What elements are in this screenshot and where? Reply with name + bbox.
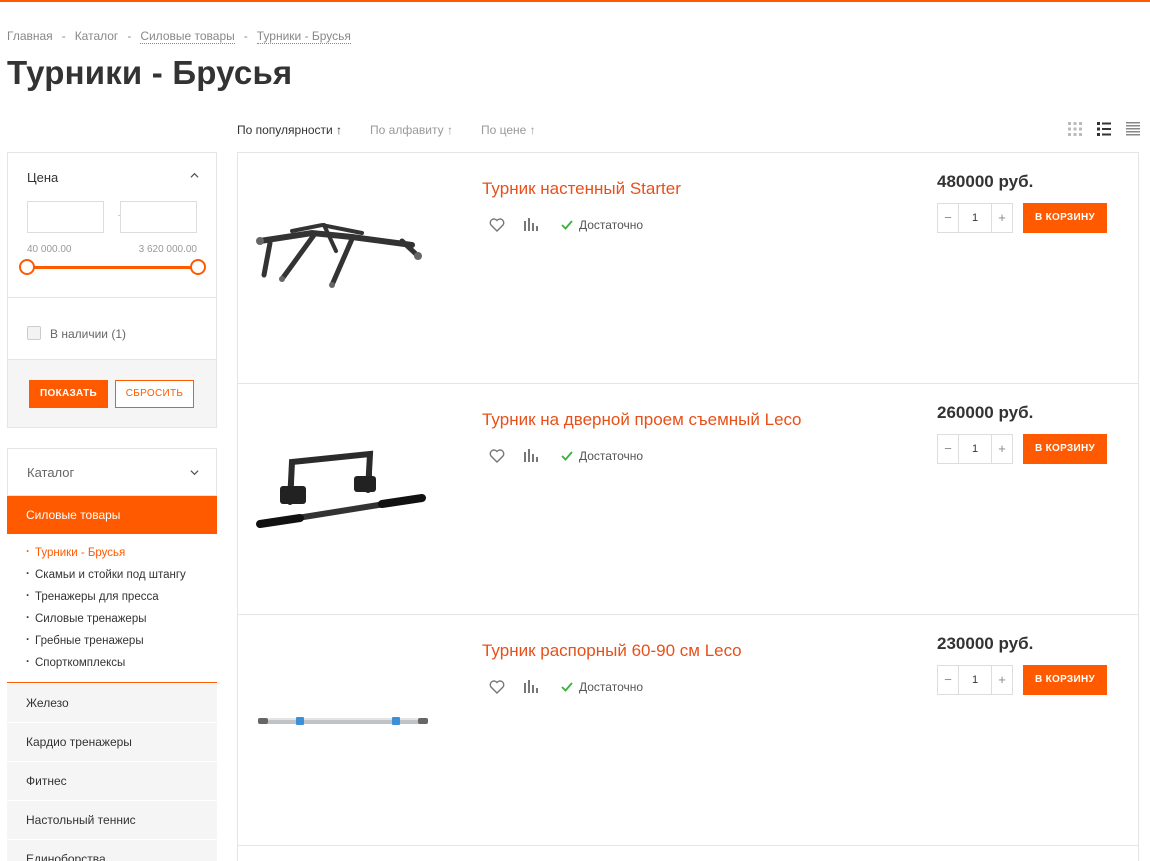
product-row: Турник распорный 60-90 см Leco Достаточн… bbox=[238, 615, 1138, 846]
breadcrumb-separator: - bbox=[243, 29, 248, 43]
price-to-input[interactable] bbox=[120, 201, 197, 233]
breadcrumb-home[interactable]: Главная bbox=[7, 29, 53, 44]
product-price: 260000 руб. bbox=[937, 403, 1034, 422]
increase-quantity-button[interactable]: + bbox=[991, 665, 1013, 695]
stock-status: Достаточно bbox=[561, 218, 643, 232]
heart-icon[interactable] bbox=[489, 217, 505, 233]
show-button[interactable]: ПОКАЗАТЬ bbox=[29, 380, 108, 408]
decrease-quantity-button[interactable]: − bbox=[937, 434, 959, 464]
increase-quantity-button[interactable]: + bbox=[991, 203, 1013, 233]
quantity-stepper: − 1 + bbox=[937, 203, 1013, 233]
quantity-stepper: − 1 + bbox=[937, 665, 1013, 695]
breadcrumb-separator: - bbox=[61, 29, 66, 43]
product-image-doorway-pullup-bar[interactable] bbox=[252, 424, 432, 564]
quantity-value[interactable]: 1 bbox=[959, 665, 991, 695]
check-icon bbox=[561, 682, 573, 692]
stock-status: Достаточно bbox=[561, 449, 643, 463]
subitem-benches-racks[interactable]: Скамьи и стойки под штангу bbox=[26, 566, 186, 589]
product-actions: Достаточно bbox=[489, 679, 643, 695]
compare-icon[interactable] bbox=[523, 679, 539, 695]
catalog-item-cardio[interactable]: Кардио тренажеры bbox=[7, 723, 217, 761]
heart-icon[interactable] bbox=[489, 679, 505, 695]
price-filter: Цена 40 000.00 3 620 000.00 В наличии (1… bbox=[7, 152, 217, 428]
sort-by-popularity[interactable]: По популярности ↑ bbox=[237, 123, 342, 137]
product-actions: Достаточно bbox=[489, 448, 643, 464]
filter-title: Цена bbox=[27, 170, 59, 185]
breadcrumb: Главная - Каталог - Силовые товары - Тур… bbox=[7, 29, 351, 44]
catalog-item-martial-arts[interactable]: Единоборства bbox=[7, 840, 217, 861]
heart-icon[interactable] bbox=[489, 448, 505, 464]
breadcrumb-catalog[interactable]: Каталог bbox=[75, 29, 119, 44]
compare-icon[interactable] bbox=[523, 217, 539, 233]
check-icon bbox=[561, 451, 573, 461]
catalog-menu-title: Каталог bbox=[27, 465, 75, 480]
product-row: Турник на дверной проем съемный Leco Дос… bbox=[238, 384, 1138, 615]
price-range-track bbox=[27, 266, 199, 269]
price-range-min-handle[interactable] bbox=[19, 259, 35, 275]
top-accent-bar bbox=[0, 0, 1150, 2]
table-view-icon[interactable] bbox=[1126, 122, 1140, 136]
page-title: Турники - Брусья bbox=[7, 54, 293, 91]
view-switcher bbox=[1068, 122, 1140, 136]
decrease-quantity-button[interactable]: − bbox=[937, 665, 959, 695]
subitem-pullups-bars[interactable]: Турники - Брусья bbox=[26, 544, 186, 567]
product-title[interactable]: Турник на дверной проем съемный Leco bbox=[482, 410, 801, 430]
divider bbox=[8, 297, 216, 298]
subitem-strength-trainers[interactable]: Силовые тренажеры bbox=[26, 610, 186, 633]
catalog-subitems: Турники - Брусья Скамьи и стойки под шта… bbox=[26, 544, 186, 677]
product-price: 230000 руб. bbox=[937, 634, 1034, 653]
decrease-quantity-button[interactable]: − bbox=[937, 203, 959, 233]
catalog-item-fitness[interactable]: Фитнес bbox=[7, 762, 217, 800]
quantity-value[interactable]: 1 bbox=[959, 434, 991, 464]
sort-options: По популярности ↑ По алфавиту ↑ По цене … bbox=[237, 123, 536, 137]
breadcrumb-current[interactable]: Турники - Брусья bbox=[256, 29, 351, 44]
add-to-cart-button[interactable]: В КОРЗИНУ bbox=[1023, 203, 1107, 233]
add-to-cart-button[interactable]: В КОРЗИНУ bbox=[1023, 434, 1107, 464]
price-max-label: 3 620 000.00 bbox=[138, 244, 197, 255]
reset-button[interactable]: СБРОСИТЬ bbox=[115, 380, 194, 408]
availability-label: В наличии (1) bbox=[50, 327, 127, 341]
grid-view-icon[interactable] bbox=[1068, 122, 1082, 136]
list-view-icon[interactable] bbox=[1097, 122, 1111, 136]
sort-by-alphabet[interactable]: По алфавиту ↑ bbox=[370, 123, 453, 137]
price-range-max-handle[interactable] bbox=[190, 259, 206, 275]
availability-checkbox[interactable] bbox=[27, 326, 41, 340]
add-to-cart-button[interactable]: В КОРЗИНУ bbox=[1023, 665, 1107, 695]
subitem-sport-complexes[interactable]: Спорткомплексы bbox=[26, 654, 186, 677]
product-row: Турник настенный Starter Достаточно 4800… bbox=[238, 153, 1138, 384]
chevron-up-icon[interactable] bbox=[190, 171, 199, 180]
catalog-item-table-tennis[interactable]: Настольный теннис bbox=[7, 801, 217, 839]
quantity-value[interactable]: 1 bbox=[959, 203, 991, 233]
catalog-item-power-goods[interactable]: Силовые товары bbox=[7, 496, 217, 534]
product-price: 480000 руб. bbox=[937, 172, 1034, 191]
subitem-ab-trainers[interactable]: Тренажеры для пресса bbox=[26, 588, 186, 611]
chevron-down-icon bbox=[190, 470, 199, 476]
price-from-input[interactable] bbox=[27, 201, 104, 233]
product-actions: Достаточно bbox=[489, 217, 643, 233]
sort-by-price[interactable]: По цене ↑ bbox=[481, 123, 536, 137]
product-title[interactable]: Турник распорный 60-90 см Leco bbox=[482, 641, 742, 661]
quantity-stepper: − 1 + bbox=[937, 434, 1013, 464]
breadcrumb-separator: - bbox=[127, 29, 132, 43]
subitem-rowing-machines[interactable]: Гребные тренажеры bbox=[26, 632, 186, 655]
product-list: Турник настенный Starter Достаточно 4800… bbox=[237, 152, 1139, 861]
price-min-label: 40 000.00 bbox=[27, 244, 72, 255]
catalog-item-iron[interactable]: Железо bbox=[7, 684, 217, 722]
check-icon bbox=[561, 220, 573, 230]
product-image-wall-pullup-bar[interactable] bbox=[252, 193, 432, 333]
stock-label: Достаточно bbox=[579, 449, 644, 463]
submenu-divider bbox=[7, 682, 217, 683]
stock-status: Достаточно bbox=[561, 680, 643, 694]
stock-label: Достаточно bbox=[579, 680, 644, 694]
compare-icon[interactable] bbox=[523, 448, 539, 464]
increase-quantity-button[interactable]: + bbox=[991, 434, 1013, 464]
stock-label: Достаточно bbox=[579, 218, 644, 232]
filter-actions: ПОКАЗАТЬ СБРОСИТЬ bbox=[8, 359, 216, 427]
product-image-telescopic-pullup-bar[interactable] bbox=[252, 655, 432, 795]
catalog-menu-header[interactable]: Каталог bbox=[7, 448, 217, 496]
product-title[interactable]: Турник настенный Starter bbox=[482, 179, 681, 199]
breadcrumb-power-goods[interactable]: Силовые товары bbox=[140, 29, 235, 44]
